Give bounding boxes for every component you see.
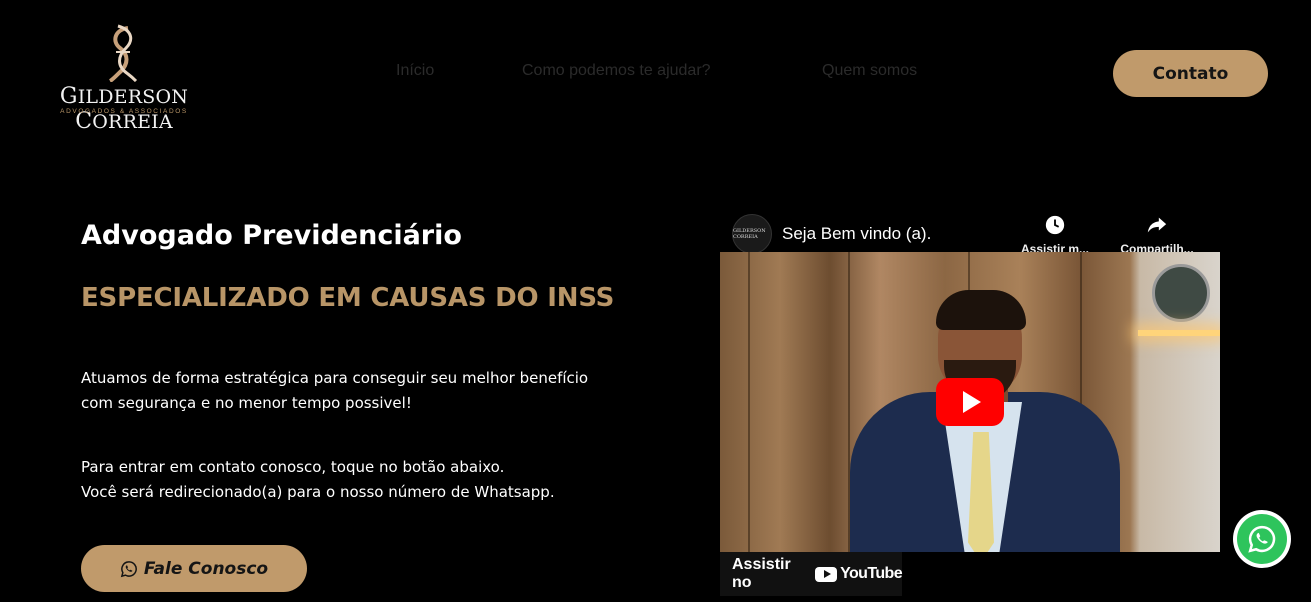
video-header: GILDERSON CORREIA Seja Bem vindo (a). As… xyxy=(720,202,1220,256)
intro-line-1: Atuamos de forma estratégica para conseg… xyxy=(81,369,589,387)
contact-instructions: Para entrar em contato conosco, toque no… xyxy=(81,455,671,505)
watch-on-youtube-button[interactable]: Assistir no YouTube xyxy=(720,552,903,596)
logo-mark-icon xyxy=(109,24,138,82)
play-icon[interactable] xyxy=(936,378,1004,426)
watch-later-button[interactable]: Assistir m... xyxy=(1015,214,1095,256)
clock-icon xyxy=(1045,215,1065,235)
nav-item-como-podemos-ajudar[interactable]: Como podemos te ajudar? xyxy=(522,62,711,80)
whatsapp-float-button[interactable] xyxy=(1233,510,1291,568)
wood-panel-line xyxy=(748,252,750,552)
brand-tagline: ADVOGADOS & ASSOCIADOS xyxy=(60,108,188,115)
youtube-logo: YouTube xyxy=(815,565,903,583)
share-icon xyxy=(1147,217,1167,233)
contact-button[interactable]: Contato xyxy=(1113,50,1268,97)
whatsapp-icon xyxy=(1248,525,1276,553)
channel-avatar[interactable]: GILDERSON CORREIA xyxy=(732,214,772,254)
instructions-line-2: Você será redirecionado(a) para o nosso … xyxy=(81,483,555,501)
youtube-embed[interactable]: GILDERSON CORREIA Seja Bem vindo (a). As… xyxy=(720,202,1220,598)
video-title[interactable]: Seja Bem vindo (a). xyxy=(782,224,931,244)
youtube-icon xyxy=(815,566,838,582)
wall-decoration xyxy=(1152,264,1210,322)
whatsapp-float-circle xyxy=(1237,514,1287,564)
video-thumbnail[interactable] xyxy=(720,252,1220,552)
youtube-wordmark: YouTube xyxy=(840,565,902,582)
fale-conosco-button[interactable]: Fale Conosco xyxy=(81,545,307,592)
logo[interactable]: GILDERSON CORREIA ADVOGADOS & ASSOCIADOS xyxy=(32,24,216,134)
fale-conosco-label: Fale Conosco xyxy=(143,558,269,579)
person-hair xyxy=(936,290,1026,330)
page-subtitle: ESPECIALIZADO EM CAUSAS DO INSS xyxy=(81,283,615,313)
nav-item-quem-somos[interactable]: Quem somos xyxy=(822,62,917,80)
intro-line-2: com segurança e no menor tempo possivel! xyxy=(81,394,412,412)
intro-paragraph: Atuamos de forma estratégica para conseg… xyxy=(81,366,671,416)
whatsapp-icon xyxy=(120,560,137,577)
wall-lamp xyxy=(1138,330,1220,336)
nav-item-inicio[interactable]: Início xyxy=(396,62,434,80)
instructions-line-1: Para entrar em contato conosco, toque no… xyxy=(81,458,505,476)
share-button[interactable]: Compartilh... xyxy=(1117,214,1197,256)
watch-on-label: Assistir no xyxy=(732,556,791,591)
page-title: Advogado Previdenciário xyxy=(81,220,462,251)
